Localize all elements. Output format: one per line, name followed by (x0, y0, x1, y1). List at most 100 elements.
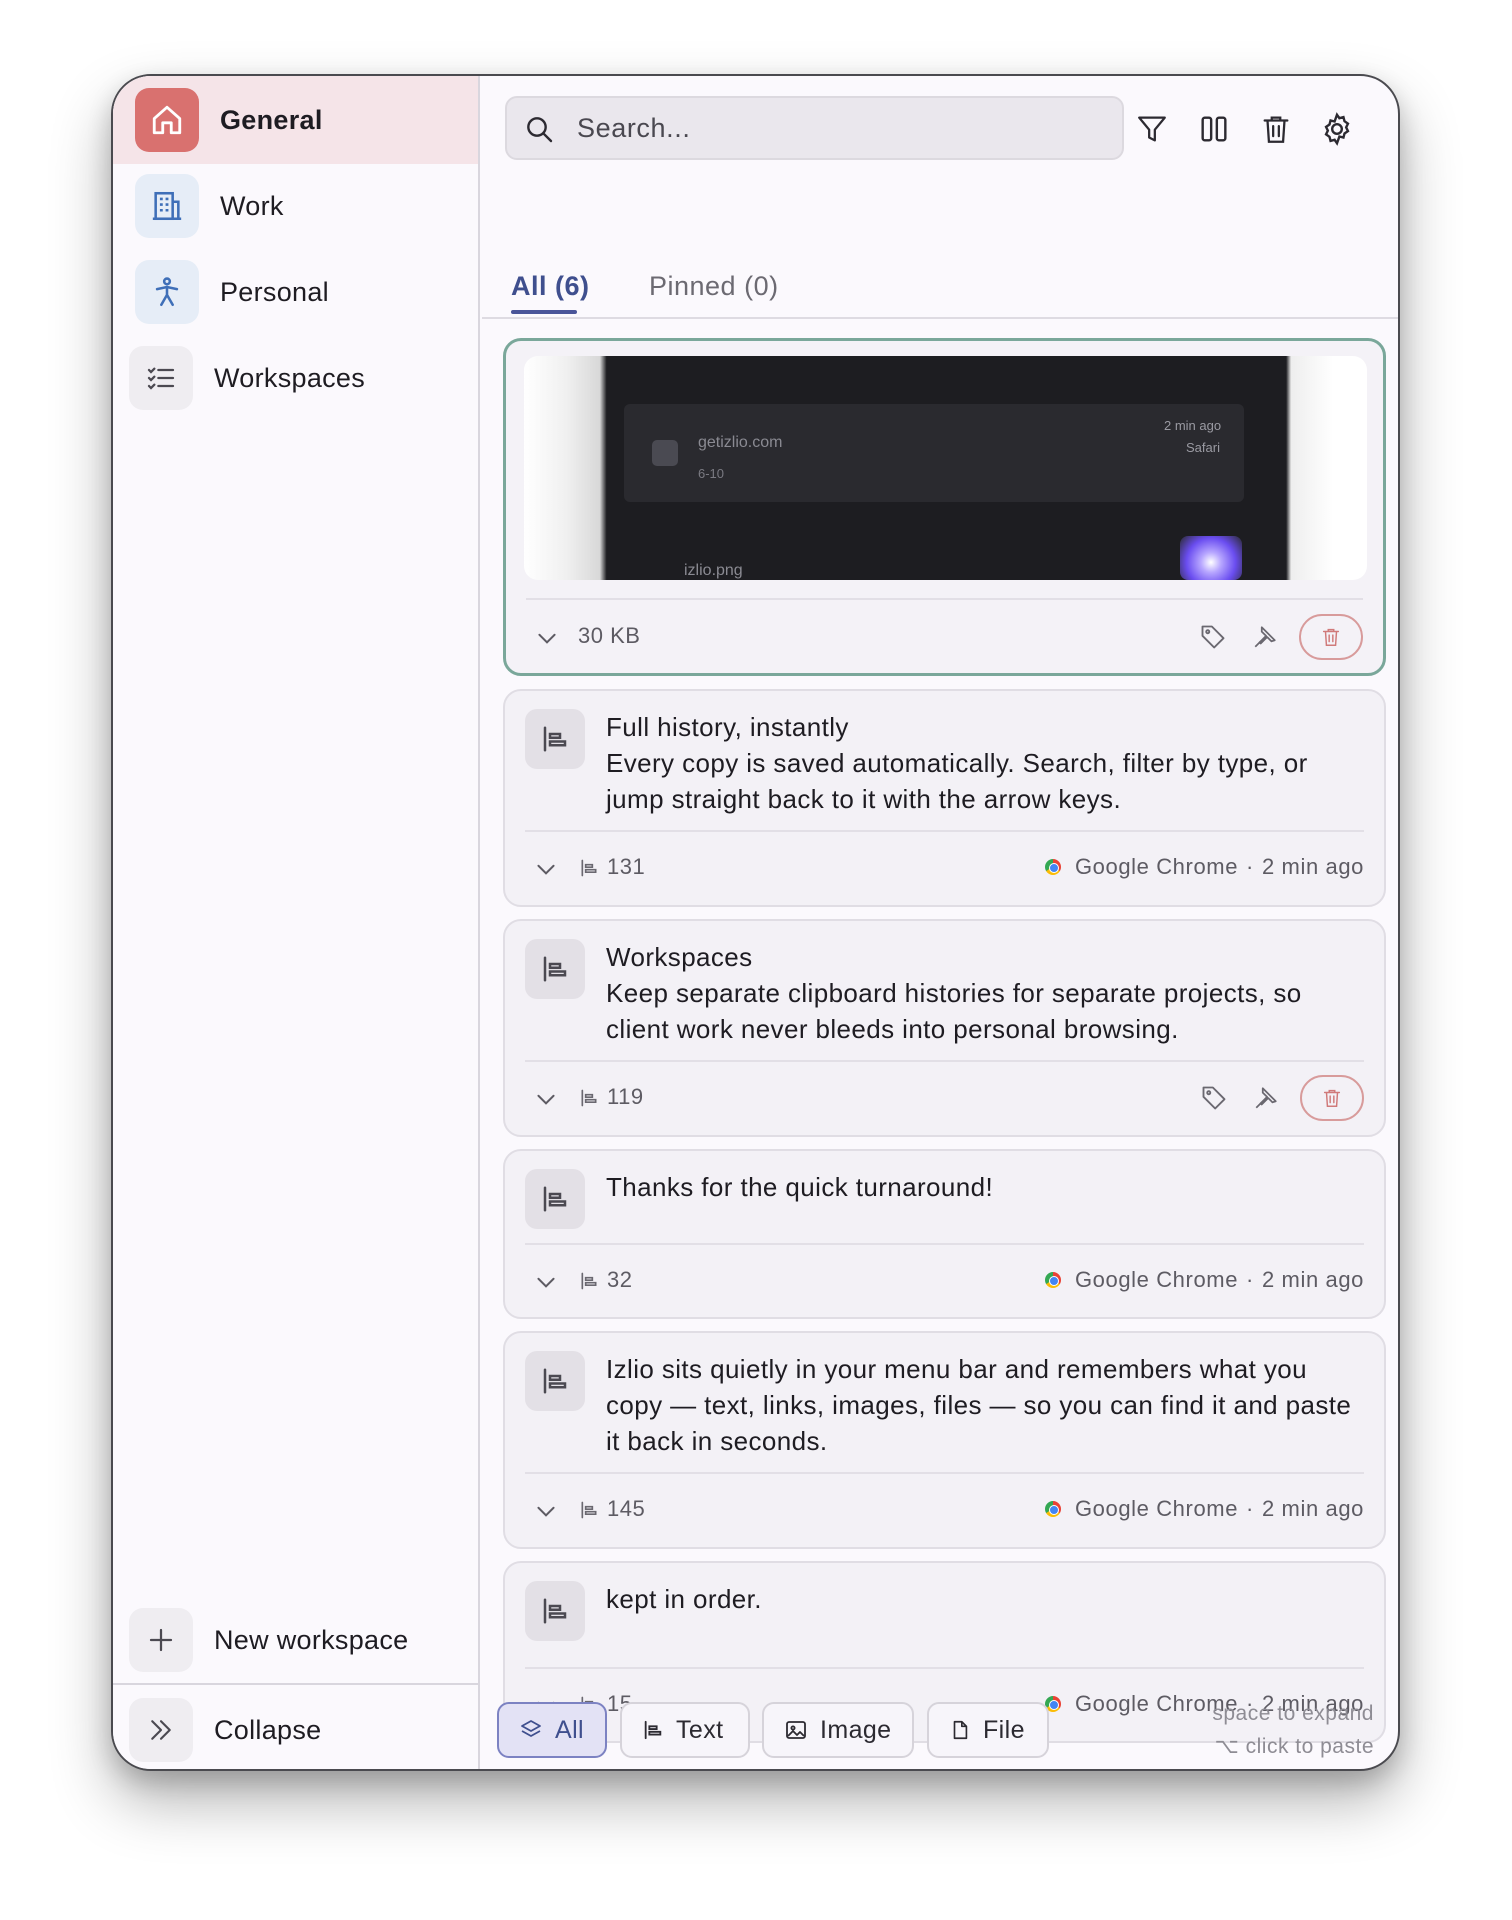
layers-icon (521, 1720, 541, 1737)
new-workspace-label: New workspace (214, 1624, 409, 1655)
search-icon (523, 113, 555, 150)
text-icon (525, 939, 585, 999)
main-panel: All (6) Pinned (0) getizlio.com 6-10 2 m… (482, 76, 1398, 1769)
sidebar-item-work[interactable]: Work (113, 162, 478, 250)
card-footer: 131 Google Chrome · 2 min ago (505, 848, 1384, 888)
chevron-down-icon[interactable] (533, 856, 559, 887)
source-app: Google Chrome · 2 min ago (1044, 1267, 1364, 1293)
filter-label: Image (820, 1715, 892, 1744)
filter-text-button[interactable]: Text (620, 1702, 750, 1758)
chevron-down-icon[interactable] (533, 1498, 559, 1529)
timestamp: 2 min ago (1261, 1267, 1364, 1292)
sidebar-item-label: Work (220, 190, 284, 221)
thumbnail-app-icon (652, 440, 678, 466)
pin-button[interactable] (1240, 1072, 1292, 1124)
text-icon (525, 1169, 585, 1229)
clip-title: Workspaces (606, 942, 753, 972)
filter-file-button[interactable]: File (927, 1702, 1049, 1758)
chevron-down-icon[interactable] (534, 625, 560, 656)
tab-pinned[interactable]: Pinned (0) (649, 271, 779, 302)
source-app: Google Chrome · 2 min ago (1044, 854, 1364, 880)
card-actions (1187, 611, 1363, 663)
clip-item-text[interactable]: Izlio sits quietly in your menu bar and … (503, 1331, 1386, 1549)
clip-item-text[interactable]: Full history, instantly Every copy is sa… (503, 689, 1386, 907)
filter-icon (1138, 116, 1166, 142)
chevron-down-icon[interactable] (533, 1086, 559, 1117)
card-footer: 145 Google Chrome · 2 min ago (505, 1490, 1384, 1530)
char-count-icon (579, 1271, 599, 1296)
filter-label: Text (676, 1715, 724, 1744)
char-count: 32 (607, 1267, 633, 1292)
card-divider (525, 1060, 1364, 1062)
card-footer: 119 (505, 1075, 1384, 1121)
settings-button[interactable] (1316, 108, 1358, 150)
collapse-label: Collapse (214, 1714, 322, 1745)
sidebar-item-label: General (220, 104, 323, 135)
sidebar-item-general[interactable]: General (113, 76, 478, 164)
active-tab-indicator (511, 310, 577, 314)
tabs-divider (482, 317, 1398, 319)
text-align-icon (644, 1720, 662, 1740)
thumbnail-row (624, 404, 1244, 502)
clip-body: Thanks for the quick turnaround! (606, 1172, 994, 1202)
card-divider (525, 1667, 1364, 1669)
tag-button[interactable] (1188, 1072, 1240, 1124)
text-icon (525, 1351, 585, 1411)
sidebar: General Work Personal Workspaces New wor… (113, 76, 480, 1769)
clip-item-text[interactable]: Workspaces Keep separate clipboard histo… (503, 919, 1386, 1137)
tag-icon (1202, 1086, 1226, 1110)
new-workspace-button[interactable]: New workspace (113, 1596, 478, 1684)
thumbnail-text: 6-10 (698, 466, 725, 481)
clip-item-image[interactable]: getizlio.com 6-10 2 min ago Safari izlio… (503, 338, 1386, 676)
chrome-icon (1044, 1272, 1061, 1288)
source-app-name: Google Chrome (1074, 1267, 1239, 1292)
thumbnail-app-glow (1180, 536, 1242, 580)
trash-icon (1323, 1089, 1341, 1107)
clip-item-text[interactable]: Thanks for the quick turnaround! 32 Goog… (503, 1149, 1386, 1319)
building-icon (135, 174, 199, 238)
columns-icon (1201, 116, 1227, 142)
tab-all[interactable]: All (6) (511, 271, 590, 302)
source-app: Google Chrome · 2 min ago (1044, 1496, 1364, 1522)
pin-button[interactable] (1239, 611, 1291, 663)
char-count-icon (579, 1088, 599, 1113)
sidebar-item-workspaces[interactable]: Workspaces (113, 334, 478, 422)
filter-image-button[interactable]: Image (762, 1702, 914, 1758)
card-divider (525, 1472, 1364, 1474)
person-icon (135, 260, 199, 324)
clear-all-button[interactable] (1255, 108, 1297, 150)
double-chevron-right-icon (129, 1698, 193, 1762)
home-icon (135, 88, 199, 152)
delete-button[interactable] (1299, 614, 1363, 660)
filter-label: All (555, 1715, 584, 1744)
filter-all-button[interactable]: All (497, 1702, 607, 1758)
hint-paste: ⌥ click to paste (1214, 1735, 1374, 1758)
collapse-button[interactable]: Collapse (113, 1686, 478, 1769)
sidebar-item-personal[interactable]: Personal (113, 248, 478, 336)
clip-title: Full history, instantly (606, 712, 849, 742)
clip-content: Thanks for the quick turnaround! (606, 1169, 1362, 1205)
search-bar[interactable] (505, 96, 1124, 160)
card-footer: 30 KB (506, 614, 1383, 660)
clip-body: Keep separate clipboard histories for se… (606, 978, 1302, 1044)
item-size: 30 KB (578, 623, 641, 648)
search-input[interactable] (577, 108, 1097, 148)
tag-icon (1201, 625, 1225, 649)
char-count-icon (579, 1500, 599, 1525)
app-window: General Work Personal Workspaces New wor… (111, 74, 1400, 1771)
gear-icon (1324, 112, 1350, 146)
plus-icon (129, 1608, 193, 1672)
trash-icon (1263, 116, 1289, 143)
clip-content: Workspaces Keep separate clipboard histo… (606, 939, 1362, 1047)
sidebar-item-label: Workspaces (214, 362, 366, 393)
tag-button[interactable] (1187, 611, 1239, 663)
sidebar-divider (113, 1683, 478, 1685)
thumbnail-text: Safari (1186, 440, 1220, 455)
delete-button[interactable] (1300, 1075, 1364, 1121)
filter-button[interactable] (1131, 108, 1173, 150)
chrome-icon (1044, 859, 1061, 875)
timestamp: 2 min ago (1261, 1496, 1364, 1521)
columns-button[interactable] (1193, 108, 1235, 150)
chevron-down-icon[interactable] (533, 1269, 559, 1300)
clip-body: kept in order. (606, 1584, 762, 1614)
